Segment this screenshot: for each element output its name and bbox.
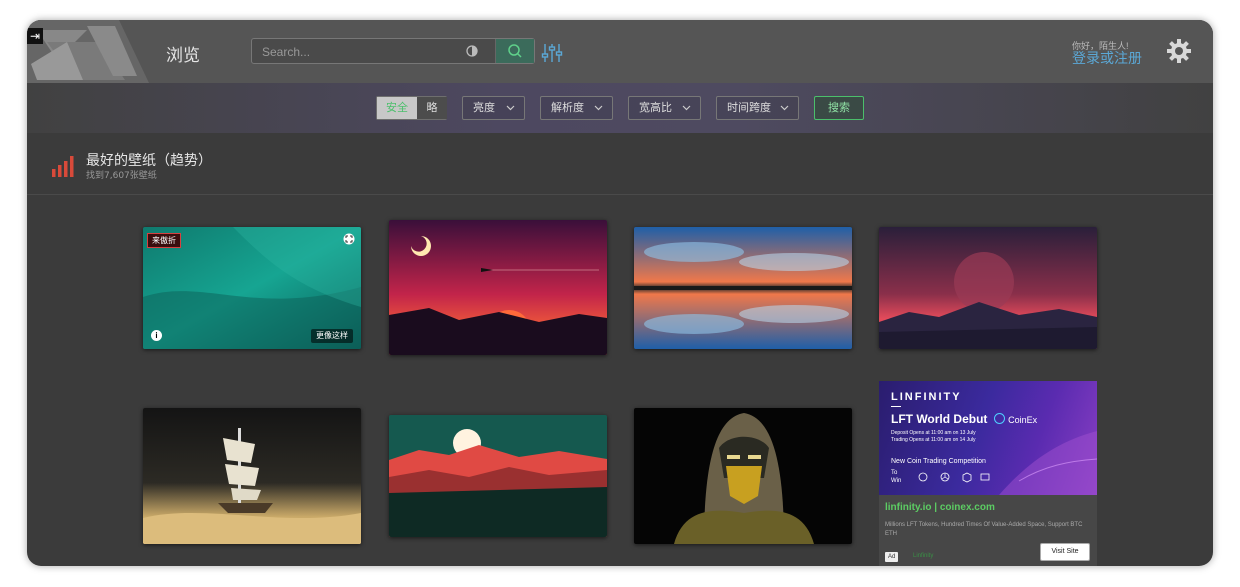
filter-search-button[interactable]: 搜索 [814, 96, 864, 120]
ad-headline-text: LFT World Debut [891, 412, 988, 426]
brightness-dropdown[interactable]: 亮度 [462, 96, 525, 120]
ad-deposit-line: Deposit Opens at 11:00 am on 13 July [891, 430, 976, 436]
filter-bar: 安全 略 亮度 解析度 宽高比 时间跨度 搜索 [27, 83, 1213, 133]
info-icon[interactable]: i [151, 330, 162, 341]
chevron-down-icon [506, 105, 515, 111]
page-title: 浏览 [166, 46, 200, 66]
time-range-label: 时间跨度 [727, 102, 771, 114]
sky-reflection-image [634, 227, 852, 349]
trending-bars-icon [52, 156, 74, 177]
visit-site-button[interactable]: Visit Site [1040, 543, 1090, 561]
contrast-icon[interactable] [466, 45, 478, 57]
purity-safe-button[interactable]: 安全 [377, 97, 417, 119]
chevron-down-icon [594, 105, 603, 111]
resolution-dropdown[interactable]: 解析度 [540, 96, 613, 120]
ad-partner: CoinEx [1008, 415, 1038, 425]
ad-badge[interactable]: Ad [885, 552, 899, 562]
chevron-down-icon [780, 105, 789, 111]
search-box [251, 38, 535, 64]
search-button[interactable] [495, 39, 534, 63]
wallpaper-thumb[interactable] [634, 408, 852, 544]
ad-banner[interactable]: LINFINITY LFT World Debut CoinEx Deposit… [879, 381, 1097, 495]
ad-to-win: To Win [891, 470, 902, 484]
search-icon [508, 44, 522, 58]
gear-icon[interactable] [1166, 38, 1192, 64]
resolution-label: 解析度 [551, 102, 584, 114]
new-tag-badge: 来傲折 [147, 233, 181, 248]
ad-headline: LFT World Debut CoinEx [891, 412, 1037, 426]
ad-site-link[interactable]: linfinity.io | coinex.com [885, 502, 995, 513]
coinex-logo-icon [993, 413, 1005, 424]
ship-desert-image [143, 408, 361, 544]
ad-competition: New Coin Trading Competition [891, 458, 986, 465]
ad-description: Millions LFT Tokens, Hundred Times Of Va… [885, 522, 1083, 537]
aspect-ratio-label: 宽高比 [639, 102, 672, 114]
sunset-mountains-image [389, 220, 607, 355]
listing-title: 最好的壁纸（趋势） [86, 153, 212, 169]
more-like-this-button[interactable]: 更像这样 [311, 329, 353, 343]
ad-advertiser[interactable]: Linfinity [913, 553, 933, 559]
sponsor-logos-icon [918, 472, 990, 483]
wallpaper-thumb[interactable] [389, 220, 607, 355]
masked-warrior-image [634, 408, 852, 544]
ad-card[interactable]: LINFINITY LFT World Debut CoinEx Deposit… [879, 381, 1097, 566]
wallpaper-thumb[interactable] [143, 408, 361, 544]
search-input[interactable] [260, 42, 464, 62]
red-mountains-moon-image [389, 415, 607, 537]
exit-icon[interactable]: ⇥ [27, 28, 43, 44]
purity-toggle: 安全 略 [376, 96, 447, 120]
wallpaper-thumb[interactable] [389, 415, 607, 537]
planet-sunset-image [879, 227, 1097, 349]
ad-brand: LINFINITY [891, 391, 962, 403]
login-register-link[interactable]: 登录或注册 [1072, 48, 1142, 68]
listing-heading: 最好的壁纸（趋势） 找到7,607张壁纸 [27, 133, 1213, 195]
app-window: ⇥ 浏览 你好，陌生人! 登录或注 [27, 20, 1213, 566]
sliders-icon[interactable] [541, 42, 563, 64]
site-logo[interactable]: ⇥ [27, 20, 149, 83]
top-bar: ⇥ 浏览 你好，陌生人! 登录或注 [27, 20, 1213, 83]
purity-sketchy-button[interactable]: 略 [417, 97, 447, 119]
ad-trading-line: Trading Opens at 11:00 am on 14 July [891, 437, 976, 443]
ad-divider [891, 406, 901, 407]
wallpaper-thumb[interactable]: 来傲折 i 更像这样 [143, 227, 361, 349]
chevron-down-icon [682, 105, 691, 111]
result-count: 找到7,607张壁纸 [86, 171, 157, 181]
time-range-dropdown[interactable]: 时间跨度 [716, 96, 799, 120]
brightness-label: 亮度 [473, 102, 495, 114]
wallpaper-thumb[interactable] [634, 227, 852, 349]
aspect-ratio-dropdown[interactable]: 宽高比 [628, 96, 701, 120]
expand-icon[interactable] [343, 233, 355, 245]
wallpaper-thumb[interactable] [879, 227, 1097, 349]
